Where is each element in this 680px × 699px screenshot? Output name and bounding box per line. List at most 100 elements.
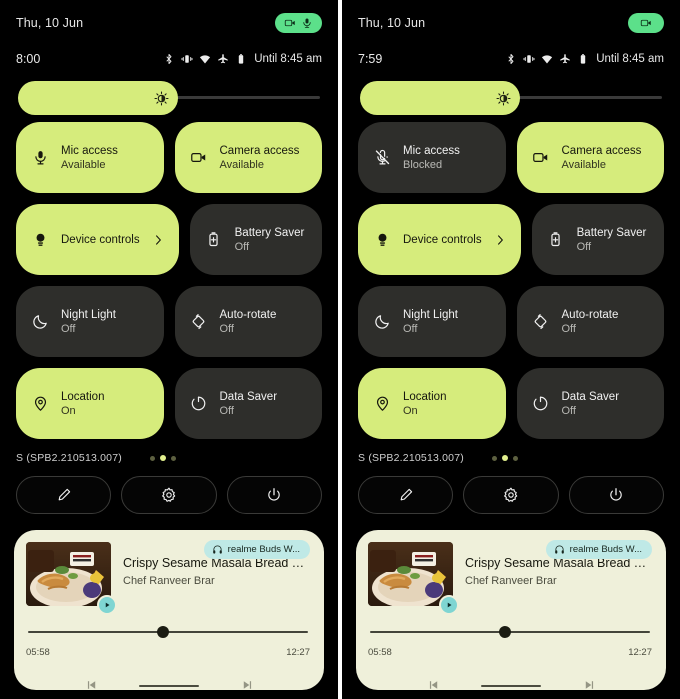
media-artist: Chef Ranveer Brar [123, 575, 215, 587]
tile-device-controls[interactable]: Device controls [16, 204, 179, 275]
page-dot-active[interactable] [501, 455, 508, 461]
tile-camera-access[interactable]: Camera access Available [516, 122, 664, 193]
power-button[interactable] [226, 476, 322, 514]
data-saver-icon [191, 396, 206, 411]
airplane-icon [218, 54, 228, 64]
pencil-icon [58, 488, 70, 501]
brightness-fill[interactable] [360, 81, 520, 115]
tile-battery-saver[interactable]: Battery Saver Off [531, 204, 664, 275]
tile-icon-wrap [189, 313, 209, 330]
tile-name: Auto-rotate [219, 308, 277, 321]
tile-auto-rotate[interactable]: Auto-rotate Off [174, 286, 322, 357]
page-dot-active[interactable] [159, 455, 166, 461]
media-drag-handle[interactable] [481, 685, 541, 687]
tile-icon-wrap [30, 149, 50, 166]
tile-auto-rotate[interactable]: Auto-rotate Off [516, 286, 664, 357]
page-dot[interactable] [512, 455, 518, 461]
clock-row: 8:00 Until 8:45 am [0, 46, 338, 72]
tile-row: Device controls Battery Saver Off [358, 204, 664, 275]
tile-labels: Auto-rotate Off [220, 309, 277, 335]
tile-camera-access[interactable]: Camera access Available [174, 122, 322, 193]
tile-row: Mic access Blocked Camera access Available [358, 122, 664, 193]
tile-labels: Camera access Available [562, 145, 642, 171]
tile-labels: Data Saver Off [220, 391, 278, 417]
media-seek-bar[interactable] [26, 625, 310, 639]
data-saver-icon [533, 396, 548, 411]
media-seek-bar[interactable] [368, 625, 652, 639]
tile-icon-wrap [372, 231, 392, 248]
next-track-button[interactable] [240, 678, 254, 690]
tile-mic-access[interactable]: Mic access Available [16, 122, 164, 193]
privacy-indicator-pill[interactable] [275, 13, 322, 33]
tile-state: Off [561, 404, 576, 417]
play-button[interactable] [439, 595, 459, 615]
battery-icon [581, 54, 586, 64]
system-status-icons: Until 8:45 am [163, 53, 322, 65]
tile-row: Location On Data Saver Off [358, 368, 664, 439]
output-device-chip[interactable]: realme Buds W... [203, 540, 310, 559]
tile-state: Off [219, 404, 234, 417]
brightness-slider[interactable] [342, 72, 680, 120]
mic-off-icon [375, 149, 389, 165]
tile-state: On [61, 404, 76, 417]
tile-battery-saver[interactable]: Battery Saver Off [189, 204, 322, 275]
next-track-button[interactable] [582, 678, 596, 690]
chevron-right-icon-wrap [493, 233, 507, 247]
tile-night-light[interactable]: Night Light Off [358, 286, 506, 357]
tile-data-saver[interactable]: Data Saver Off [516, 368, 664, 439]
media-transport-controls[interactable] [356, 678, 666, 690]
page-indicator-dots[interactable] [149, 455, 176, 461]
settings-button[interactable] [121, 476, 217, 514]
tile-mic-access[interactable]: Mic access Blocked [358, 122, 506, 193]
camera-icon [533, 153, 548, 162]
footer-meta: S (SPB2.210513.007) [0, 452, 338, 464]
album-art [368, 542, 453, 606]
chevron-right-icon [497, 234, 503, 245]
tile-name: Night Light [403, 308, 458, 321]
settings-button[interactable] [463, 476, 559, 514]
brightness-fill[interactable] [18, 81, 178, 115]
album-art-wrap[interactable] [368, 542, 459, 615]
tile-labels: Night Light Off [403, 309, 458, 335]
output-device-chip[interactable]: realme Buds W... [545, 540, 652, 559]
tile-name: Device controls [61, 233, 140, 246]
tile-state: Available [61, 158, 106, 171]
brightness-slider[interactable] [0, 72, 338, 120]
seek-thumb[interactable] [498, 626, 511, 638]
tile-location[interactable]: Location On [358, 368, 506, 439]
tile-icon-wrap [372, 313, 392, 330]
tile-name: Data Saver [561, 390, 620, 403]
gear-icon [162, 487, 176, 502]
play-button[interactable] [97, 595, 117, 615]
clock-label: 8:00 [16, 52, 41, 66]
tile-labels: Night Light Off [61, 309, 116, 335]
album-art-wrap[interactable] [26, 542, 117, 615]
previous-track-button[interactable] [85, 678, 99, 690]
tile-location[interactable]: Location On [16, 368, 164, 439]
screenshot-stage: Thu, 10 Jun 8:00 Until 8:45 am Mic access Av… [0, 0, 680, 699]
page-dot[interactable] [149, 455, 155, 461]
tile-icon-wrap [531, 149, 551, 166]
previous-track-button[interactable] [427, 678, 441, 690]
media-transport-controls[interactable] [14, 678, 324, 690]
prev-icon [429, 681, 437, 689]
media-player-card: realme Buds W... Crispy Sesame Masala Bre… [356, 530, 666, 690]
tile-state: Blocked [403, 158, 443, 171]
next-icon [585, 681, 593, 689]
power-button[interactable] [568, 476, 664, 514]
tile-data-saver[interactable]: Data Saver Off [174, 368, 322, 439]
media-elapsed: 05:58 [26, 647, 50, 658]
seek-thumb[interactable] [156, 626, 169, 638]
tile-device-controls[interactable]: Device controls [358, 204, 521, 275]
clock-row: 7:59 Until 8:45 am [342, 46, 680, 72]
edit-button[interactable] [358, 476, 454, 514]
media-drag-handle[interactable] [139, 685, 199, 687]
page-indicator-dots[interactable] [491, 455, 518, 461]
tile-night-light[interactable]: Night Light Off [16, 286, 164, 357]
chevron-right-icon-wrap [151, 233, 165, 247]
tile-state: Off [219, 322, 234, 335]
page-dot[interactable] [491, 455, 497, 461]
page-dot[interactable] [170, 455, 176, 461]
edit-button[interactable] [16, 476, 112, 514]
privacy-indicator-pill[interactable] [628, 13, 664, 33]
